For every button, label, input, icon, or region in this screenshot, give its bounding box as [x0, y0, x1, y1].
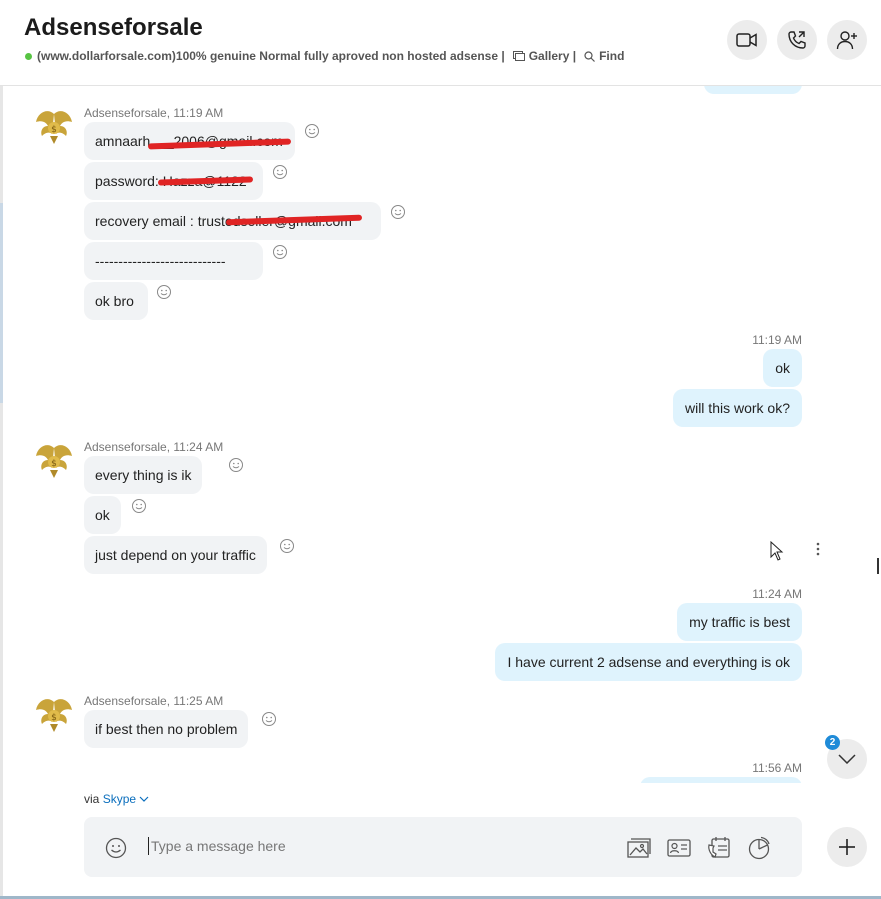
pie-chart-icon [748, 836, 770, 860]
add-reaction-icon[interactable] [304, 123, 320, 139]
message-list[interactable]: $ Adsenseforsale, 11:19 AM amnaarh___200… [0, 86, 881, 783]
find-label: Find [599, 49, 625, 63]
search-icon [584, 50, 596, 62]
message-bubble-outgoing[interactable]: my traffic is best [677, 603, 802, 641]
message-bubble-outgoing[interactable]: will this work ok? [672, 389, 802, 427]
via-label: via [84, 792, 100, 806]
message-text: ok [775, 360, 790, 376]
emoji-icon [105, 837, 127, 859]
emoji-button[interactable] [103, 835, 129, 861]
message-text: ---------------------------- [95, 253, 226, 269]
gallery-icon [512, 51, 525, 61]
contact-card-icon [667, 839, 691, 857]
message-bubble-outgoing[interactable]: I have current 2 adsense and everything … [495, 643, 802, 681]
calendar-call-icon [708, 837, 730, 858]
audio-call-button[interactable] [777, 20, 817, 60]
add-reaction-icon[interactable] [131, 498, 147, 514]
image-icon [627, 838, 651, 858]
message-input[interactable]: Type a message here [148, 837, 286, 855]
add-reaction-icon[interactable] [228, 457, 244, 473]
message-bubble-outgoing-partial[interactable] [704, 86, 802, 94]
message-text: every thing is ik [95, 467, 192, 483]
add-reaction-icon[interactable] [390, 204, 406, 220]
contact-avatar[interactable]: $ [34, 106, 74, 146]
phone-icon [788, 31, 806, 49]
more-options-icon[interactable] [816, 542, 820, 556]
schedule-call-button[interactable] [706, 835, 732, 861]
message-text: will this work ok? [684, 400, 790, 416]
via-skype-selector[interactable]: via Skype [84, 792, 149, 806]
message-sender-time: Adsenseforsale, 11:24 AM [84, 440, 224, 454]
contact-name[interactable]: Adsenseforsale [24, 14, 203, 42]
add-reaction-icon[interactable] [261, 711, 277, 727]
chevron-down-icon [139, 796, 149, 802]
online-status-icon [25, 52, 32, 60]
contact-mood-message: (www.dollarforsale.com)100% genuine Norm… [37, 49, 505, 63]
svg-text:$: $ [51, 713, 57, 723]
contact-avatar[interactable]: $ [34, 440, 74, 480]
message-text: if best then no problem [95, 721, 238, 737]
find-link[interactable]: Find [584, 49, 624, 63]
message-bubble-incoming[interactable]: if best then no problem [84, 710, 249, 748]
message-bubble-outgoing-partial[interactable] [640, 777, 802, 783]
mouse-cursor-icon [770, 541, 784, 561]
add-participant-button[interactable] [827, 20, 867, 60]
message-timestamp: 11:56 AM [752, 761, 802, 775]
message-text: ok [95, 507, 110, 523]
message-timestamp: 11:19 AM [752, 333, 802, 347]
add-reaction-icon[interactable] [272, 164, 288, 180]
window-resize-handle[interactable] [877, 558, 879, 574]
svg-text:$: $ [51, 125, 57, 135]
create-poll-button[interactable] [746, 835, 772, 861]
contact-avatar[interactable]: $ [34, 694, 74, 734]
gallery-label: Gallery | [528, 49, 577, 63]
add-reaction-icon[interactable] [272, 244, 288, 260]
via-skype-link[interactable]: Skype [103, 792, 136, 806]
message-bubble-incoming[interactable]: ---------------------------- [84, 242, 263, 280]
chevron-down-icon [838, 754, 856, 764]
message-bubble-outgoing[interactable]: ok [763, 349, 802, 387]
video-call-button[interactable] [727, 20, 767, 60]
video-camera-icon [736, 33, 757, 47]
message-bubble-incoming[interactable]: every thing is ik [84, 456, 203, 494]
message-text: ok bro [95, 293, 134, 309]
message-composer: Type a message here [84, 817, 802, 877]
contact-subtitle: (www.dollarforsale.com)100% genuine Norm… [25, 49, 624, 63]
message-bubble-incoming[interactable]: ok bro [84, 282, 148, 320]
message-text: I have current 2 adsense and everything … [507, 654, 790, 670]
gallery-link[interactable]: Gallery | [512, 49, 577, 63]
message-bubble-incoming[interactable]: just depend on your traffic [84, 536, 267, 574]
add-person-icon [836, 31, 857, 50]
unread-count-badge: 2 [825, 735, 840, 750]
add-reaction-icon[interactable] [279, 538, 295, 554]
send-contact-button[interactable] [666, 835, 692, 861]
svg-text:$: $ [51, 459, 57, 469]
message-text: just depend on your traffic [95, 547, 256, 563]
more-actions-button[interactable] [827, 827, 867, 867]
add-reaction-icon[interactable] [156, 284, 172, 300]
plus-icon [839, 839, 855, 855]
message-sender-time: Adsenseforsale, 11:25 AM [84, 694, 224, 708]
add-files-button[interactable] [626, 835, 652, 861]
message-sender-time: Adsenseforsale, 11:19 AM [84, 106, 224, 120]
message-text: my traffic is best [689, 614, 790, 630]
message-bubble-incoming[interactable]: ok [84, 496, 121, 534]
chat-header: Adsenseforsale (www.dollarforsale.com)10… [0, 0, 881, 86]
message-timestamp: 11:24 AM [752, 587, 802, 601]
